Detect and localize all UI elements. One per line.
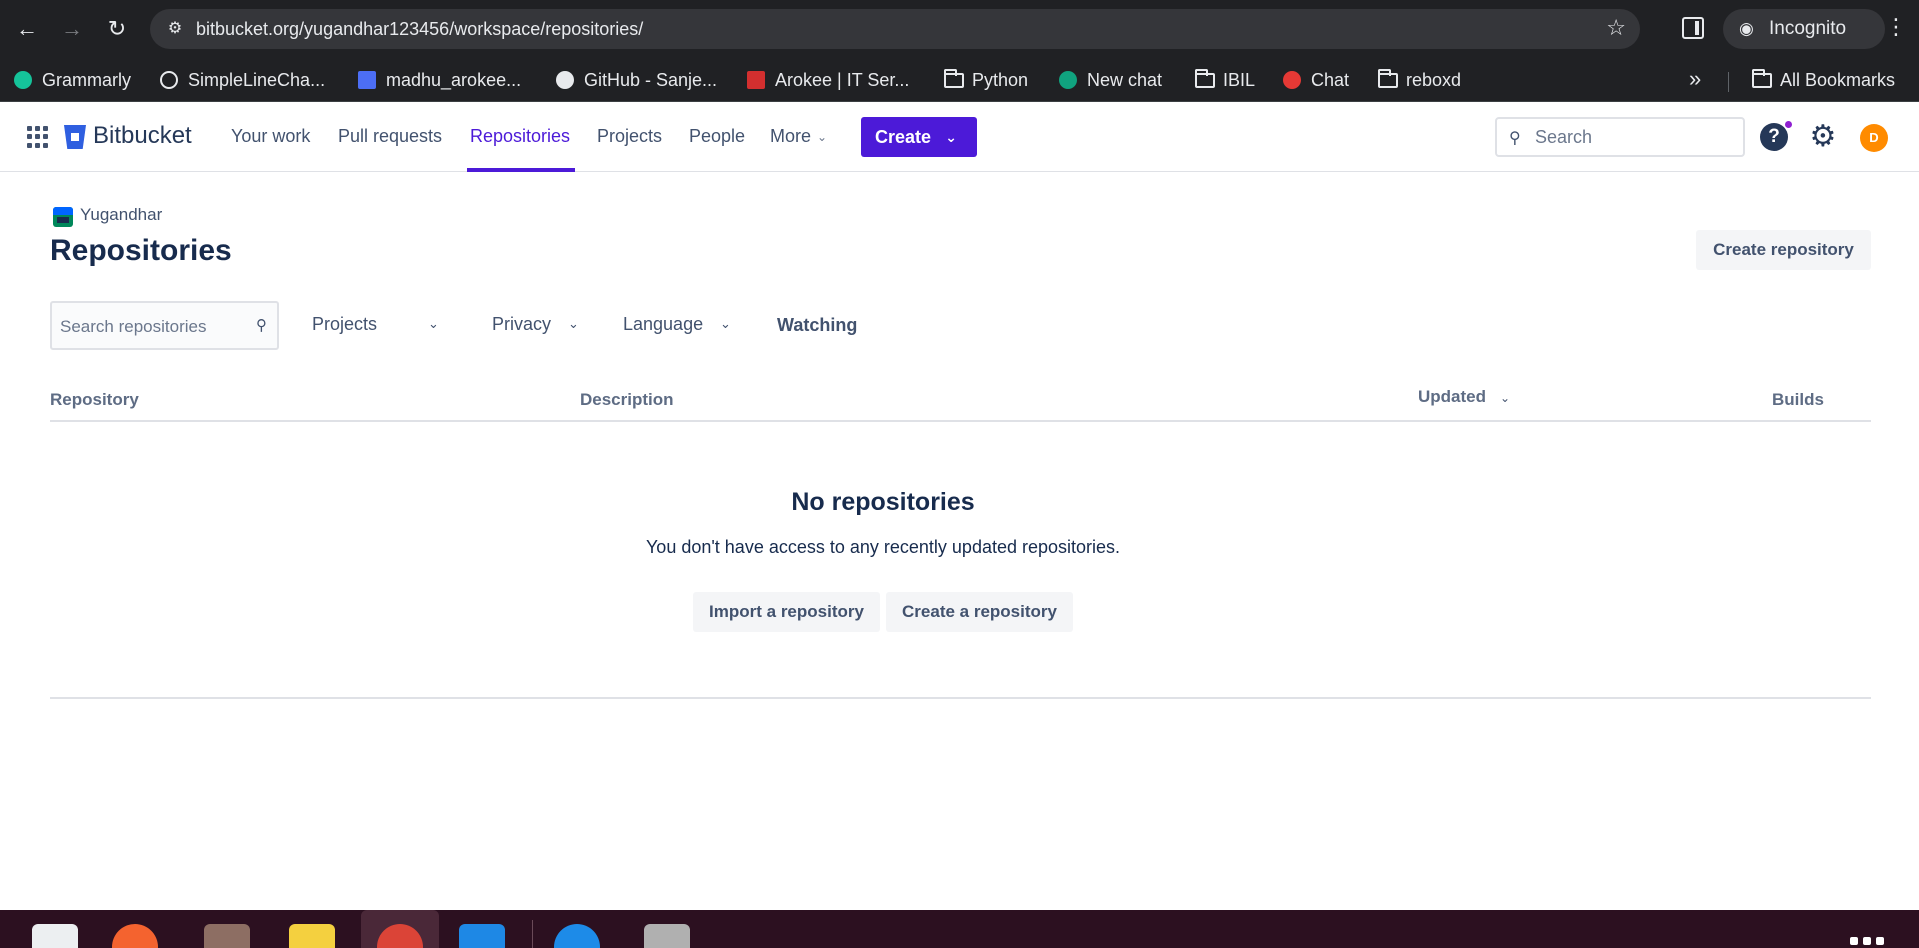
nav-repositories[interactable]: Repositories bbox=[470, 126, 570, 147]
app-switcher-icon[interactable] bbox=[27, 126, 49, 148]
bitbucket-icon bbox=[358, 71, 376, 89]
chevron-down-icon: ⌄ bbox=[817, 130, 828, 145]
brand-name[interactable]: Bitbucket bbox=[93, 122, 192, 150]
breadcrumb-workspace[interactable]: Yugandhar bbox=[80, 205, 162, 225]
table-divider bbox=[50, 420, 1871, 422]
projects-filter[interactable]: Projects bbox=[312, 314, 377, 335]
incognito-label: Incognito bbox=[1769, 18, 1847, 39]
text-editor-app-icon[interactable] bbox=[32, 924, 78, 948]
bitbucket-topnav: Bitbucket Your work Pull requests Reposi… bbox=[0, 102, 1919, 172]
help-icon[interactable]: ? bbox=[1760, 123, 1788, 151]
url-text[interactable]: bitbucket.org/yugandhar123456/workspace/… bbox=[196, 19, 643, 40]
settings-gear-icon[interactable]: ⚙ bbox=[1806, 120, 1840, 154]
files-app-icon[interactable] bbox=[204, 924, 250, 948]
language-filter[interactable]: Language bbox=[623, 314, 703, 335]
search-input[interactable] bbox=[1535, 126, 1735, 148]
trash-app-icon[interactable] bbox=[644, 924, 690, 948]
nav-more[interactable]: More ⌄ bbox=[770, 126, 827, 147]
column-repository[interactable]: Repository bbox=[50, 390, 139, 410]
watching-filter[interactable]: Watching bbox=[777, 315, 857, 336]
repository-search-input[interactable] bbox=[60, 315, 240, 339]
bookmark-folder-ibil[interactable]: IBIL bbox=[1195, 68, 1255, 92]
import-repository-button[interactable]: Import a repository bbox=[693, 592, 880, 632]
nav-projects[interactable]: Projects bbox=[597, 126, 662, 147]
workspace-icon bbox=[53, 207, 73, 227]
bookmark-grammarly[interactable]: Grammarly bbox=[14, 68, 131, 92]
create-repository-button[interactable]: Create repository bbox=[1696, 230, 1871, 270]
browser-menu-icon[interactable]: ⋮ bbox=[1885, 12, 1907, 42]
chatgpt-icon bbox=[1059, 71, 1077, 89]
bookmark-chat[interactable]: Chat bbox=[1283, 68, 1349, 92]
bookmark-folder-reboxd[interactable]: reboxd bbox=[1378, 68, 1461, 92]
side-panel-icon[interactable] bbox=[1682, 17, 1704, 39]
incognito-badge[interactable]: ◉ Incognito bbox=[1723, 9, 1885, 49]
address-bar[interactable]: ⚙ bitbucket.org/yugandhar123456/workspac… bbox=[150, 9, 1640, 49]
vscode-app-icon[interactable] bbox=[459, 924, 505, 948]
content-divider bbox=[50, 697, 1871, 699]
empty-state-title: No repositories bbox=[791, 488, 975, 516]
taskbar-divider bbox=[532, 920, 533, 948]
bookmark-madhu-arokee[interactable]: madhu_arokee... bbox=[358, 68, 521, 92]
avatar[interactable]: D bbox=[1860, 124, 1888, 152]
grammarly-icon bbox=[14, 71, 32, 89]
nav-pull-requests[interactable]: Pull requests bbox=[338, 126, 442, 147]
all-bookmarks[interactable]: All Bookmarks bbox=[1752, 68, 1895, 92]
back-icon[interactable]: ← bbox=[12, 14, 42, 44]
search-icon: ⚲ bbox=[1509, 130, 1521, 147]
column-updated[interactable]: Updated bbox=[1418, 387, 1486, 407]
folder-icon bbox=[1752, 69, 1772, 88]
notification-dot bbox=[1784, 120, 1793, 129]
bookmark-arokee[interactable]: Arokee | IT Ser... bbox=[747, 68, 909, 92]
folder-icon bbox=[944, 69, 964, 88]
arokee-icon bbox=[747, 71, 765, 89]
reload-icon[interactable]: ↻ bbox=[102, 14, 132, 44]
create-a-repository-button[interactable]: Create a repository bbox=[886, 592, 1073, 632]
more-bookmarks-icon[interactable]: » bbox=[1689, 66, 1701, 92]
nav-more-label: More bbox=[770, 126, 812, 146]
site-info-icon[interactable]: ⚙ bbox=[164, 18, 186, 40]
chevron-down-icon[interactable]: ⌄ bbox=[428, 316, 439, 332]
page-title: Repositories bbox=[50, 234, 232, 267]
folder-icon bbox=[1378, 69, 1398, 88]
column-description: Description bbox=[580, 390, 674, 409]
chat-icon bbox=[1283, 71, 1301, 89]
bookmark-new-chat[interactable]: New chat bbox=[1059, 68, 1162, 92]
folder-icon bbox=[1195, 69, 1215, 88]
search-icon: ⚲ bbox=[256, 317, 267, 334]
active-tab-indicator bbox=[467, 168, 575, 172]
bookmark-github[interactable]: GitHub - Sanje... bbox=[556, 68, 717, 92]
bitbucket-logo-icon[interactable] bbox=[64, 125, 86, 149]
empty-state-description: You don't have access to any recently up… bbox=[645, 537, 1121, 557]
chevron-down-icon[interactable]: ⌄ bbox=[720, 316, 731, 332]
docker-app-icon[interactable] bbox=[554, 924, 600, 948]
postman-app-icon[interactable] bbox=[112, 924, 158, 948]
incognito-icon: ◉ bbox=[1739, 19, 1754, 38]
bookmark-folder-python[interactable]: Python bbox=[944, 68, 1028, 92]
chevron-down-icon[interactable]: ⌄ bbox=[568, 316, 579, 332]
repository-search[interactable]: ⚲ bbox=[50, 301, 279, 350]
forward-icon[interactable]: → bbox=[57, 14, 87, 44]
notes-app-icon[interactable] bbox=[289, 924, 335, 948]
web-icon bbox=[160, 71, 178, 89]
bookmarks-divider bbox=[1728, 72, 1729, 92]
nav-people[interactable]: People bbox=[689, 126, 745, 147]
bookmarks-bar: Grammarly SimpleLineCha... madhu_arokee.… bbox=[0, 58, 1919, 102]
create-button[interactable]: Create ⌄ bbox=[861, 117, 977, 157]
privacy-filter[interactable]: Privacy bbox=[492, 314, 551, 335]
browser-toolbar: ← → ↻ ⚙ bitbucket.org/yugandhar123456/wo… bbox=[0, 0, 1919, 58]
sort-chevron-icon[interactable]: ⌄ bbox=[1500, 391, 1510, 405]
chevron-down-icon: ⌄ bbox=[945, 129, 957, 145]
github-icon bbox=[556, 71, 574, 89]
bookmark-simplelinecha[interactable]: SimpleLineCha... bbox=[160, 68, 325, 92]
nav-your-work[interactable]: Your work bbox=[231, 126, 310, 147]
app-grid-icon[interactable] bbox=[1850, 932, 1889, 948]
create-label: Create bbox=[875, 127, 932, 147]
os-taskbar bbox=[0, 910, 1919, 948]
global-search[interactable]: ⚲ bbox=[1495, 117, 1745, 157]
bookmark-star-icon[interactable]: ☆ bbox=[1606, 15, 1626, 41]
column-builds: Builds bbox=[1772, 390, 1824, 409]
